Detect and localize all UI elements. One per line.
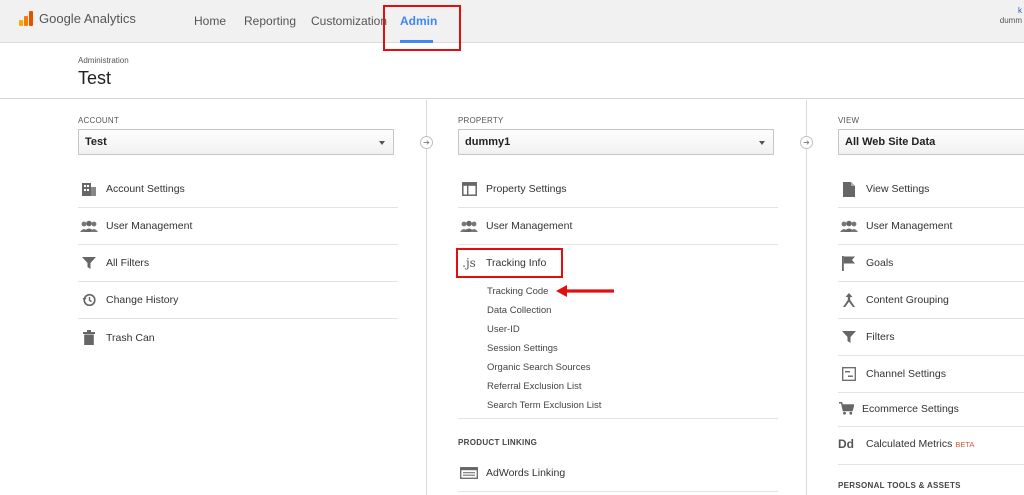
filter-icon	[838, 329, 860, 345]
view-select[interactable]: All Web Site Data	[838, 129, 1024, 155]
calculated-metrics-item[interactable]: Dd Calculated Metrics BETA	[838, 426, 1024, 462]
property-user-management-item[interactable]: User Management	[458, 208, 778, 245]
personal-tools-heading: PERSONAL TOOLS & ASSETS	[838, 481, 961, 490]
calculated-metrics-label: Calculated Metrics	[866, 438, 953, 450]
users-icon	[838, 218, 860, 234]
beta-badge: BETA	[955, 439, 975, 449]
view-user-management-item[interactable]: User Management	[838, 208, 1024, 245]
content-grouping-icon	[838, 292, 860, 308]
channel-settings-icon	[838, 366, 860, 382]
session-settings-link[interactable]: Session Settings	[487, 343, 558, 354]
history-icon	[78, 292, 100, 308]
app-logo[interactable]: Google Analytics	[19, 11, 136, 26]
tracking-code-link[interactable]: Tracking Code	[487, 286, 548, 297]
tracking-info-highlight-box	[456, 248, 563, 278]
change-history-item[interactable]: Change History	[78, 282, 398, 319]
view-filters-label: Filters	[866, 331, 895, 343]
account-property: dumm	[999, 16, 1022, 25]
arrow-right-icon: ➔	[800, 136, 813, 149]
user-id-link[interactable]: User-ID	[487, 324, 520, 335]
document-icon	[838, 181, 860, 197]
chevron-down-icon	[759, 141, 765, 145]
data-collection-link[interactable]: Data Collection	[487, 305, 551, 316]
account-select-value: Test	[85, 136, 107, 148]
account-column-label: ACCOUNT	[78, 116, 119, 125]
channel-settings-label: Channel Settings	[866, 368, 946, 380]
chevron-down-icon	[379, 141, 385, 145]
window-icon	[458, 181, 480, 197]
goals-label: Goals	[866, 257, 894, 269]
property-column-label: PROPERTY	[458, 116, 504, 125]
organic-search-sources-link[interactable]: Organic Search Sources	[487, 362, 591, 373]
adwords-linking-label: AdWords Linking	[486, 467, 566, 479]
ecommerce-settings-item[interactable]: Ecommerce Settings	[838, 391, 1024, 427]
view-filters-item[interactable]: Filters	[838, 319, 1024, 356]
property-settings-item[interactable]: Property Settings	[458, 171, 778, 208]
property-user-management-label: User Management	[486, 220, 573, 232]
trash-can-item[interactable]: Trash Can	[78, 319, 398, 356]
account-user-management-label: User Management	[106, 220, 193, 232]
flag-icon	[838, 255, 860, 271]
account-select[interactable]: Test	[78, 129, 394, 155]
view-column-label: VIEW	[838, 116, 860, 125]
goals-item[interactable]: Goals	[838, 245, 1024, 282]
view-settings-label: View Settings	[866, 183, 930, 195]
arrow-right-icon: ➔	[420, 136, 433, 149]
view-user-management-label: User Management	[866, 220, 953, 232]
view-settings-item[interactable]: View Settings	[838, 171, 1024, 208]
users-icon	[78, 218, 100, 234]
channel-settings-item[interactable]: Channel Settings	[838, 356, 1024, 393]
users-icon	[458, 218, 480, 234]
all-filters-label: All Filters	[106, 257, 150, 269]
property-settings-label: Property Settings	[486, 183, 567, 195]
filter-icon	[78, 255, 100, 271]
account-settings-label: Account Settings	[106, 183, 185, 195]
analytics-logo-icon	[19, 11, 34, 26]
property-select[interactable]: dummy1	[458, 129, 774, 155]
account-badge[interactable]: k dumm	[1000, 6, 1022, 26]
nav-home[interactable]: Home	[194, 14, 226, 28]
dd-icon: Dd	[838, 437, 854, 451]
building-icon	[78, 181, 100, 197]
cart-icon	[838, 401, 854, 417]
adwords-linking-item[interactable]: AdWords Linking	[458, 455, 778, 492]
page-header: Administration Test	[0, 43, 1024, 99]
page-title: Test	[78, 68, 112, 88]
account-user: k	[1018, 6, 1022, 15]
ecommerce-settings-label: Ecommerce Settings	[862, 402, 959, 415]
all-filters-item[interactable]: All Filters	[78, 245, 398, 282]
column-divider-1	[426, 100, 427, 495]
change-history-label: Change History	[106, 294, 179, 306]
top-bar: Google Analytics Home Reporting Customiz…	[0, 0, 1024, 43]
content-grouping-item[interactable]: Content Grouping	[838, 282, 1024, 319]
column-divider-2	[806, 100, 807, 495]
nav-customization[interactable]: Customization	[311, 14, 387, 28]
view-divider	[838, 464, 1024, 465]
account-user-management-item[interactable]: User Management	[78, 208, 398, 245]
account-settings-item[interactable]: Account Settings	[78, 171, 398, 208]
view-select-value: All Web Site Data	[845, 136, 936, 148]
property-divider	[458, 418, 778, 419]
trash-can-label: Trash Can	[106, 331, 155, 344]
adwords-icon	[458, 465, 480, 481]
breadcrumb: Administration	[78, 56, 129, 65]
property-select-value: dummy1	[465, 136, 511, 148]
trash-icon	[78, 330, 100, 346]
referral-exclusion-list-link[interactable]: Referral Exclusion List	[487, 381, 582, 392]
nav-reporting[interactable]: Reporting	[244, 14, 296, 28]
product-linking-heading: PRODUCT LINKING	[458, 438, 538, 447]
app-name: Google Analytics	[39, 11, 136, 26]
search-term-exclusion-list-link[interactable]: Search Term Exclusion List	[487, 400, 601, 411]
content-grouping-label: Content Grouping	[866, 294, 949, 306]
red-arrow-annotation	[556, 285, 614, 297]
